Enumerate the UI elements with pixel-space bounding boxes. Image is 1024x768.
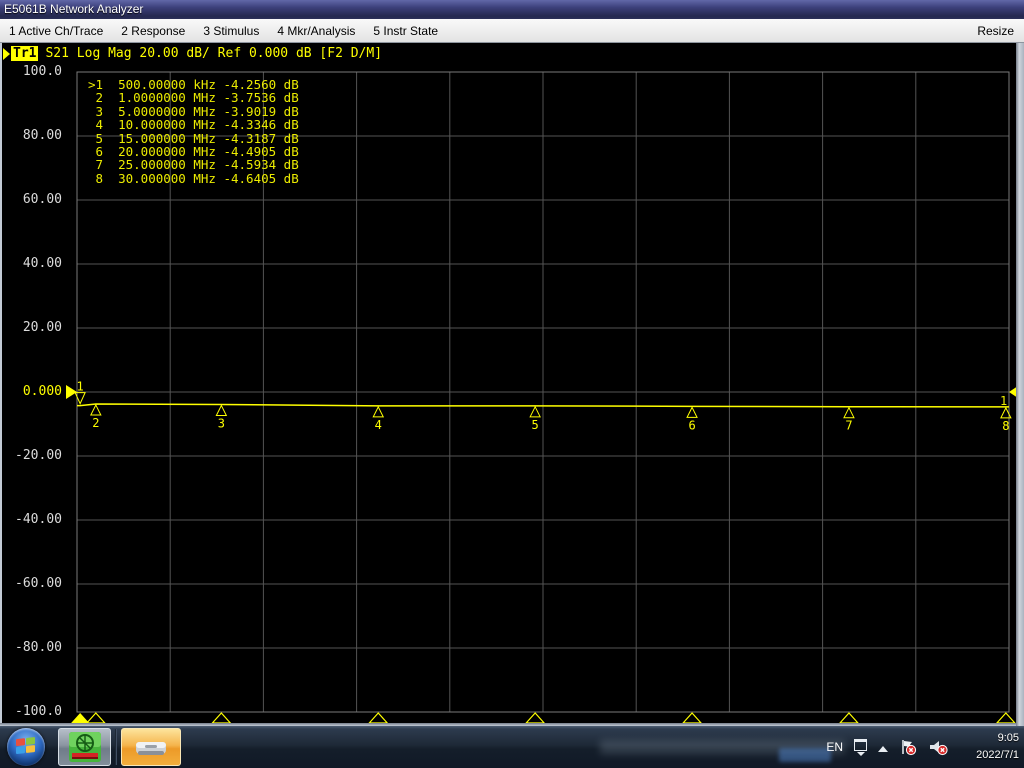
notification-area: EN [826,726,948,768]
marker-4-pointer[interactable] [373,407,383,417]
marker-readout-table: >1 500.00000 kHz -4.2560 dB 2 1.0000000 … [88,78,299,185]
window-title: E5061B Network Analyzer [4,2,143,16]
marker-8-stimulus-indicator[interactable] [997,713,1015,723]
marker-3-stimulus-indicator[interactable] [212,713,230,723]
y-axis-tick-label: 60.00 [4,192,62,207]
taskbar-separator [115,729,117,765]
windows-logo-icon [16,737,36,756]
marker-7-stimulus-indicator[interactable] [840,713,858,723]
y-axis-tick-label: 100.0 [4,64,62,79]
menu-item-3[interactable]: 3 Stimulus [194,19,268,42]
marker-7-label: 7 [845,419,852,433]
y-axis-tick-label: -40.00 [4,512,62,527]
marker-7-pointer[interactable] [844,408,854,418]
instrument-screen: Tr1 S21 Log Mag 20.00 dB/ Ref 0.000 dB [… [0,43,1024,726]
device-icon [133,734,169,760]
taskbar-ghost-artifact [779,748,831,762]
network-analyzer-icon [68,731,102,763]
language-indicator[interactable]: EN [826,740,843,754]
marker-5-pointer[interactable] [530,407,540,417]
clock-date: 2022/7/1 [976,747,1019,764]
marker-6-pointer[interactable] [687,407,697,417]
y-axis-tick-label: -100.0 [4,704,62,719]
volume-muted-icon[interactable] [928,738,948,756]
marker-readout-row: 3 5.0000000 MHz -3.9019 dB [88,105,299,118]
marker-5-label: 5 [532,418,539,432]
marker-1-stimulus-indicator[interactable] [71,713,89,723]
y-axis-tick-label: 20.00 [4,320,62,335]
marker-4-stimulus-indicator[interactable] [369,713,387,723]
taskbar-clock[interactable]: 9:05 2022/7/1 [976,730,1019,764]
menu-item-2[interactable]: 2 Response [112,19,194,42]
marker-readout-row: 4 10.000000 MHz -4.3346 dB [88,118,299,131]
window-frame-left [0,43,2,726]
y-axis-tick-label: -80.00 [4,640,62,655]
window-titlebar[interactable]: E5061B Network Analyzer [0,0,1024,19]
marker-3-label: 3 [218,416,225,430]
marker-2-pointer[interactable] [91,405,101,415]
marker-readout-row: 6 20.000000 MHz -4.4905 dB [88,145,299,158]
marker-3-pointer[interactable] [216,405,226,415]
y-axis-tick-label: 40.00 [4,256,62,271]
ref-level-arrow-left[interactable] [66,385,77,399]
y-axis-tick-label: 0.000 [4,384,62,399]
taskbar: EN 9:05 2022/7/1 [0,726,1024,768]
menu-item-5[interactable]: 5 Instr State [364,19,447,42]
marker-readout-row: 5 15.000000 MHz -4.3187 dB [88,132,299,145]
marker-2-label: 2 [92,416,99,430]
marker-6-stimulus-indicator[interactable] [683,713,701,723]
y-axis-tick-label: -60.00 [4,576,62,591]
trace-number-label: 1 [1000,394,1007,408]
clock-time: 9:05 [976,730,1019,747]
marker-6-label: 6 [688,418,695,432]
y-axis-tick-label: -20.00 [4,448,62,463]
marker-readout-row: 8 30.000000 MHz -4.6405 dB [88,172,299,185]
screen: E5061B Network Analyzer 1 Active Ch/Trac… [0,0,1024,768]
marker-2-stimulus-indicator[interactable] [87,713,105,723]
marker-readout-row: 2 1.0000000 MHz -3.7536 dB [88,91,299,104]
marker-readout-row: 7 25.000000 MHz -4.5934 dB [88,158,299,171]
menu-item-1[interactable]: 1 Active Ch/Trace [0,19,112,42]
y-axis-tick-label: 80.00 [4,128,62,143]
start-button[interactable] [7,728,45,766]
marker-8-label: 8 [1002,419,1009,433]
marker-5-stimulus-indicator[interactable] [526,713,544,723]
marker-1-label: 1 [77,380,84,394]
language-bar-icon[interactable] [854,739,867,756]
marker-readout-row: >1 500.00000 kHz -4.2560 dB [88,78,299,91]
taskbar-app-device[interactable] [121,728,181,766]
menu-item-resize[interactable]: Resize [968,19,1024,42]
window-frame-right[interactable] [1016,43,1024,726]
marker-4-label: 4 [375,418,382,432]
show-hidden-icons-icon[interactable] [878,746,888,752]
menu-bar: 1 Active Ch/Trace2 Response3 Stimulus4 M… [0,19,1024,43]
taskbar-app-network-analyzer[interactable] [58,728,111,766]
menu-item-4[interactable]: 4 Mkr/Analysis [268,19,364,42]
action-center-flag-icon[interactable] [899,738,917,756]
